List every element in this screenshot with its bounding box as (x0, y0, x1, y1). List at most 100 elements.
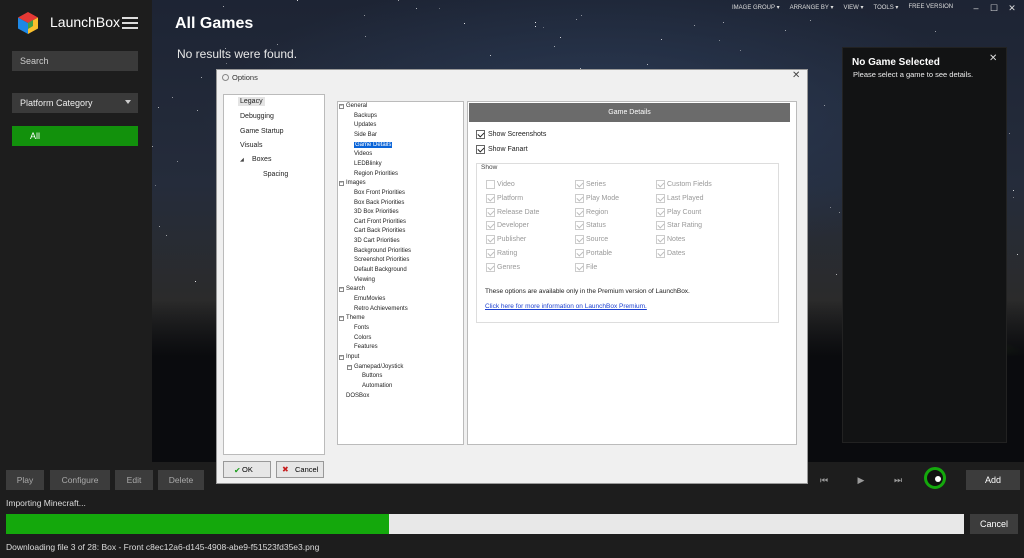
sidebar-item-all[interactable]: All (12, 126, 138, 146)
show-screenshots-checkbox[interactable] (476, 130, 485, 139)
tree-item-retro-achievements[interactable]: Retro Achievements (354, 306, 408, 312)
show-rating-checkbox[interactable] (486, 249, 495, 258)
show-file-checkbox[interactable] (575, 262, 584, 272)
tree-item-features[interactable]: Features (354, 344, 378, 350)
show-play-mode-checkbox[interactable] (575, 193, 584, 203)
nav-item-legacy[interactable]: Legacy (238, 97, 265, 106)
tree-item-fonts[interactable]: Fonts (354, 325, 369, 331)
tree-item-region-priorities[interactable]: Region Priorities (354, 171, 398, 177)
tree-item-search[interactable]: Search (346, 286, 365, 292)
downloading-text: Downloading file 3 of 28: Box - Front c8… (6, 542, 320, 552)
menu-free-version[interactable]: FREE VERSION (908, 4, 953, 16)
volume-knob-icon[interactable] (924, 467, 946, 489)
show-fanart-checkbox[interactable] (476, 145, 485, 154)
show-play-count-checkbox[interactable] (656, 207, 665, 217)
nav-item-boxes[interactable]: Boxes (252, 156, 271, 163)
skip-back-icon[interactable]: ⏮ (814, 470, 834, 490)
tree-item-theme[interactable]: Theme (346, 315, 365, 321)
show-region-checkbox[interactable] (575, 207, 584, 217)
ok-button[interactable]: OK (223, 461, 271, 478)
tree-item-side-bar[interactable]: Side Bar (354, 132, 377, 138)
menu-image-group[interactable]: IMAGE GROUP ▾ (732, 4, 780, 16)
tree-item-3d-cart-priorities[interactable]: 3D Cart Priorities (354, 238, 400, 244)
star (226, 63, 227, 64)
expand-arrow-icon[interactable]: ◢ (240, 157, 244, 163)
dialog-close-icon[interactable]: ✕ (792, 70, 800, 81)
tree-item-viewing[interactable]: Viewing (354, 277, 375, 283)
tree-item-input[interactable]: Input (346, 354, 359, 360)
show-dates-checkbox[interactable] (656, 249, 665, 258)
show-publisher-checkbox[interactable] (486, 235, 495, 245)
play-button[interactable]: Play (6, 470, 44, 490)
tree-item-box-back-priorities[interactable]: Box Back Priorities (354, 200, 404, 206)
tree-item-screenshot-priorities[interactable]: Screenshot Priorities (354, 257, 409, 263)
show-status-checkbox[interactable] (575, 221, 584, 231)
nav-item-spacing[interactable]: Spacing (263, 171, 288, 178)
checkmark-icon: ✔ (234, 466, 241, 475)
show-platform-checkbox[interactable] (486, 193, 495, 203)
tree-collapse-icon[interactable]: − (339, 104, 344, 109)
nav-item-game-startup[interactable]: Game Startup (240, 128, 284, 135)
add-button[interactable]: Add (966, 470, 1020, 490)
show-release-date-checkbox[interactable] (486, 207, 495, 217)
tree-collapse-icon[interactable]: − (339, 354, 344, 360)
cancel-import-button[interactable]: Cancel (970, 514, 1018, 534)
tree-item-cart-back-priorities[interactable]: Cart Back Priorities (354, 228, 405, 234)
tree-item-videos[interactable]: Videos (354, 151, 372, 157)
tree-item-buttons[interactable]: Buttons (362, 373, 382, 379)
show-notes-checkbox[interactable] (656, 235, 665, 245)
skip-forward-icon[interactable]: ⏭ (888, 470, 908, 490)
delete-button[interactable]: Delete (158, 470, 204, 490)
star (172, 97, 173, 98)
menu-view[interactable]: VIEW ▾ (844, 4, 864, 16)
show-last-played-checkbox[interactable] (656, 193, 665, 203)
tree-item-gamepad-joystick[interactable]: Gamepad/Joystick (354, 364, 403, 370)
star (535, 26, 536, 27)
show-series-checkbox[interactable] (575, 180, 584, 189)
tree-collapse-icon[interactable]: − (339, 181, 344, 187)
tree-item-backups[interactable]: Backups (354, 113, 377, 119)
tree-item-general[interactable]: General (346, 103, 367, 109)
tree-item-emumovies[interactable]: EmuMovies (354, 296, 385, 302)
close-icon[interactable]: ✕ (1005, 2, 1019, 14)
platform-category-dropdown[interactable]: Platform Category (12, 93, 138, 113)
tree-collapse-icon[interactable]: − (339, 316, 344, 322)
tree-item-automation[interactable]: Automation (362, 383, 392, 389)
tree-item-dosbox[interactable]: DOSBox (346, 393, 369, 399)
edit-button[interactable]: Edit (115, 470, 153, 490)
menu-tools[interactable]: TOOLS ▾ (874, 4, 899, 16)
hamburger-menu-icon[interactable] (122, 17, 138, 29)
show-genres-checkbox[interactable] (486, 262, 495, 272)
show-release-date-label: Release Date (497, 208, 540, 216)
nav-item-debugging[interactable]: Debugging (240, 113, 274, 120)
show-video-checkbox[interactable] (486, 180, 495, 189)
tree-item-cart-front-priorities[interactable]: Cart Front Priorities (354, 219, 406, 225)
tree-item-colors[interactable]: Colors (354, 335, 371, 341)
maximize-icon[interactable]: ☐ (987, 2, 1001, 14)
tree-item-images[interactable]: Images (346, 180, 366, 186)
show-source-checkbox[interactable] (575, 235, 584, 245)
tree-collapse-icon[interactable]: − (347, 364, 352, 370)
tree-item-game-details[interactable]: Game Details (354, 141, 393, 148)
show-last-played-label: Last Played (667, 194, 704, 202)
star (398, 0, 399, 1)
show-developer-checkbox[interactable] (486, 221, 495, 231)
show-portable-checkbox[interactable] (575, 249, 584, 258)
tree-item-default-background[interactable]: Default Background (354, 267, 407, 273)
panel-close-icon[interactable]: ✕ (989, 53, 997, 64)
menu-arrange-by[interactable]: ARRANGE BY ▾ (790, 4, 834, 16)
play-icon[interactable]: ▶ (851, 470, 871, 490)
premium-link[interactable]: Click here for more information on Launc… (485, 303, 647, 310)
tree-item-updates[interactable]: Updates (354, 122, 376, 128)
minimize-icon[interactable]: – (969, 2, 983, 14)
tree-item-box-front-priorities[interactable]: Box Front Priorities (354, 190, 405, 196)
show-custom-fields-checkbox[interactable] (656, 180, 665, 189)
tree-collapse-icon[interactable]: − (339, 287, 344, 293)
show-star-rating-checkbox[interactable] (656, 221, 665, 231)
nav-item-visuals[interactable]: Visuals (240, 142, 262, 149)
search-input[interactable] (12, 51, 138, 71)
tree-item-ledblinky[interactable]: LEDBlinky (354, 161, 382, 167)
configure-button[interactable]: Configure (50, 470, 110, 490)
tree-item-background-priorities[interactable]: Background Priorities (354, 248, 411, 254)
tree-item-3d-box-priorities[interactable]: 3D Box Priorities (354, 209, 399, 215)
